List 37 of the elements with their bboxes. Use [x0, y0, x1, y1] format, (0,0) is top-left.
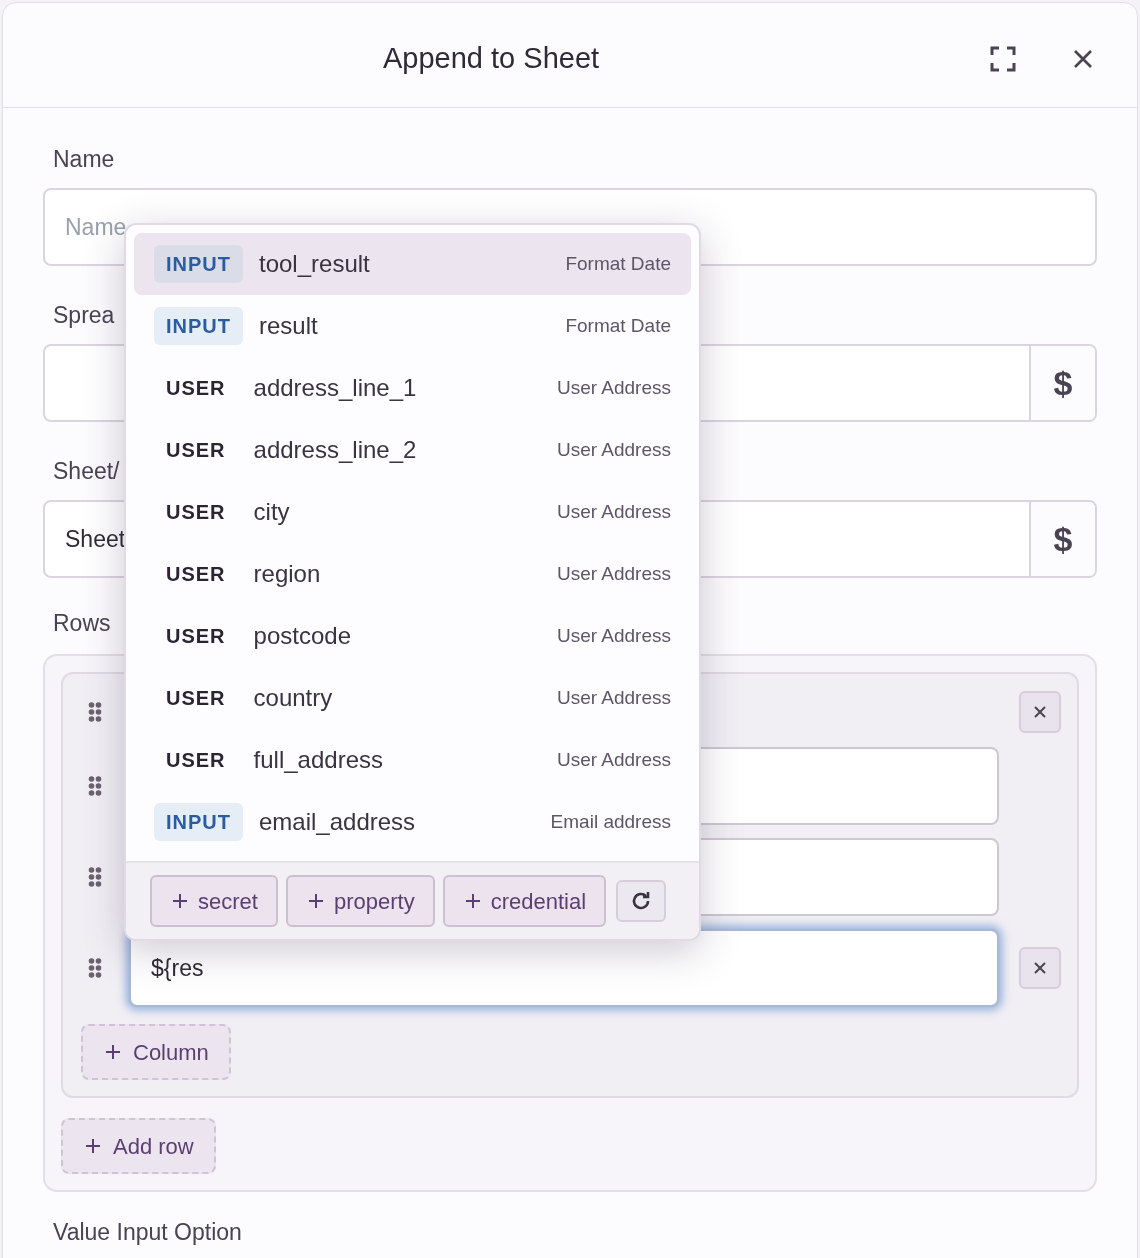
type-label: USER — [166, 686, 226, 711]
variable-name: result — [259, 311, 318, 341]
type-label: USER — [166, 438, 226, 463]
variable-source: User Address — [556, 685, 671, 710]
variable-source: Format Date — [565, 251, 671, 276]
variable-source: User Address — [556, 747, 671, 772]
variable-name: postcode — [253, 621, 351, 651]
variable-source: Format Date — [565, 313, 671, 338]
variable-name: tool_result — [259, 249, 370, 279]
variable-source: User Address — [556, 561, 671, 586]
type-badge: INPUT — [154, 245, 243, 283]
variable-name: country — [253, 683, 333, 713]
type-label: USER — [166, 500, 226, 525]
type-label: USER — [166, 748, 226, 773]
type-badge: INPUT — [154, 307, 243, 345]
field-label: Name — [52, 145, 115, 174]
field-value: Sheet — [65, 524, 126, 554]
variable-name: address_line_2 — [253, 435, 417, 465]
variable-name: full_address — [253, 745, 383, 775]
field-label: Sheet/ — [52, 457, 120, 486]
type-label: USER — [166, 376, 226, 401]
type-badge: INPUT — [154, 803, 243, 841]
variable-name: city — [253, 497, 290, 527]
variable-name: address_line_1 — [253, 373, 417, 403]
dialog-title: Append to Sheet — [383, 41, 600, 76]
field-label: Value Input Option — [52, 1218, 242, 1246]
type-label: USER — [166, 624, 226, 649]
variable-source: User Address — [556, 437, 671, 462]
field-label: Sprea — [52, 301, 115, 330]
field-label: Rows — [52, 609, 111, 638]
variable-source: Email address — [550, 809, 671, 834]
variable-name: email_address — [259, 807, 416, 837]
variable-source: User Address — [556, 499, 671, 524]
variable-source: User Address — [556, 375, 671, 400]
variable-source: User Address — [556, 623, 671, 648]
variable-name: region — [253, 559, 321, 589]
type-label: USER — [166, 562, 226, 587]
